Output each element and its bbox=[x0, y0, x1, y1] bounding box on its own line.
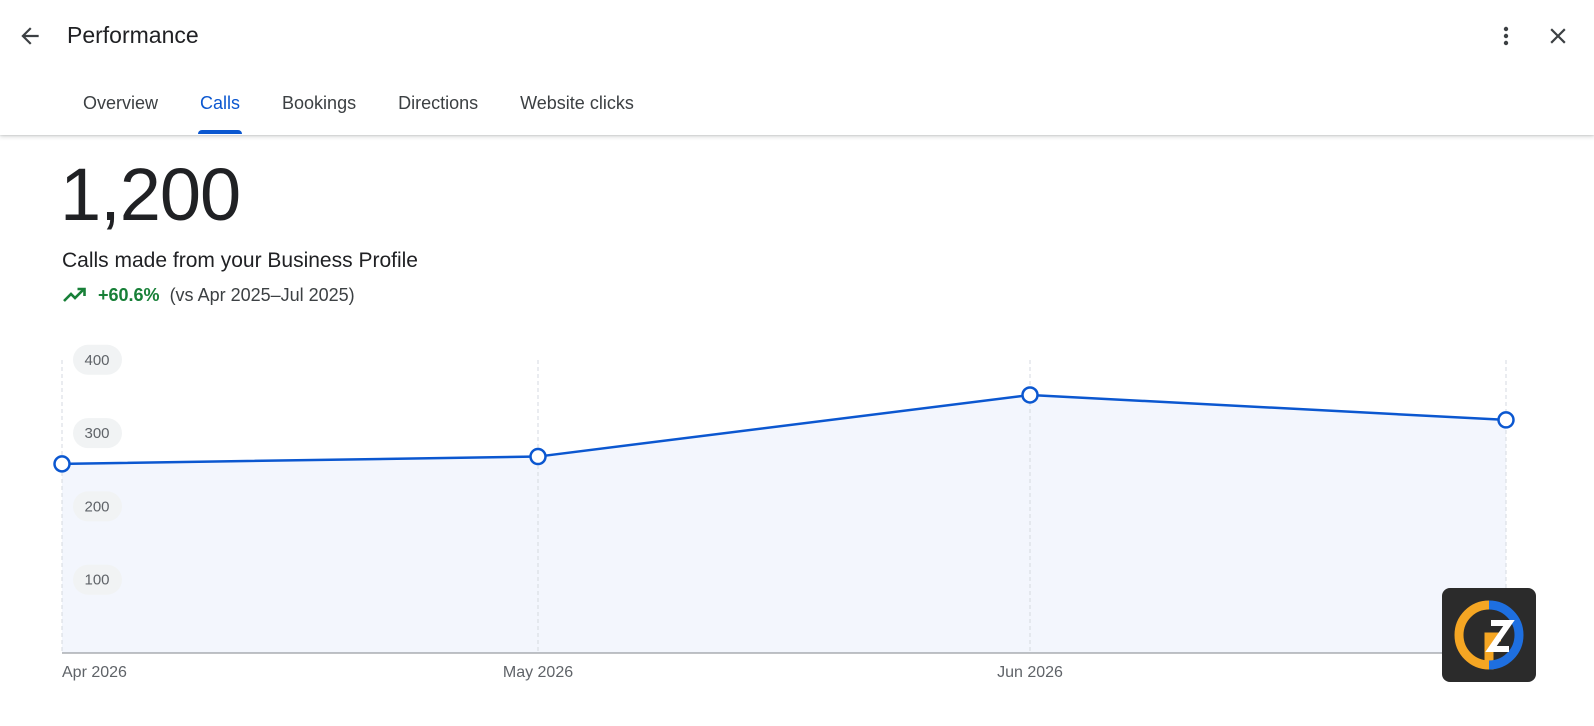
gz-logo-icon bbox=[1442, 588, 1536, 682]
x-tick-label: Apr 2026 bbox=[62, 664, 127, 681]
tab-calls[interactable]: Calls bbox=[179, 80, 261, 135]
y-tick-label: 300 bbox=[84, 425, 109, 442]
tab-directions[interactable]: Directions bbox=[377, 80, 499, 135]
tab-label: Calls bbox=[200, 93, 241, 113]
metric-change: +60.6% (vs Apr 2025–Jul 2025) bbox=[62, 282, 355, 308]
metric-value: 1,200 bbox=[60, 153, 241, 236]
tab-bar: Overview Calls Bookings Directions Websi… bbox=[62, 80, 655, 135]
x-tick-label: May 2026 bbox=[503, 664, 573, 681]
y-tick-label: 200 bbox=[84, 498, 109, 515]
trending-up-icon bbox=[62, 285, 88, 305]
data-point bbox=[529, 447, 547, 466]
metric-description: Calls made from your Business Profile bbox=[62, 249, 418, 272]
data-point bbox=[53, 455, 71, 473]
tab-label: Bookings bbox=[282, 93, 357, 113]
back-button[interactable] bbox=[10, 16, 50, 56]
tab-label: Directions bbox=[398, 93, 479, 113]
calls-line-chart: 100200300400Apr 2026May 2026Jun 2026Jul … bbox=[53, 344, 1536, 681]
tab-overview[interactable]: Overview bbox=[62, 80, 179, 135]
comparison-period: (vs Apr 2025–Jul 2025) bbox=[169, 284, 355, 305]
close-button[interactable] bbox=[1538, 16, 1578, 56]
tab-label: Overview bbox=[83, 93, 159, 113]
active-tab-indicator bbox=[198, 130, 243, 134]
close-icon bbox=[1550, 28, 1566, 44]
page-title: Performance bbox=[67, 22, 199, 48]
chart-area-fill bbox=[62, 394, 1506, 653]
data-point bbox=[1497, 411, 1515, 429]
tab-website-clicks[interactable]: Website clicks bbox=[499, 80, 655, 135]
arrow-back-icon bbox=[21, 27, 39, 45]
more-options-button[interactable] bbox=[1486, 16, 1526, 56]
more-vert-icon bbox=[1503, 26, 1509, 46]
data-point bbox=[1021, 386, 1039, 404]
tab-bookings[interactable]: Bookings bbox=[261, 80, 377, 135]
y-tick-label: 400 bbox=[84, 352, 109, 369]
app-header: Performance Overview Calls Bookings Dire… bbox=[0, 0, 1594, 135]
x-tick-label: Jun 2026 bbox=[997, 664, 1063, 681]
tab-label: Website clicks bbox=[520, 93, 634, 113]
change-percentage: +60.6% bbox=[98, 284, 160, 305]
y-tick-label: 100 bbox=[84, 572, 109, 589]
